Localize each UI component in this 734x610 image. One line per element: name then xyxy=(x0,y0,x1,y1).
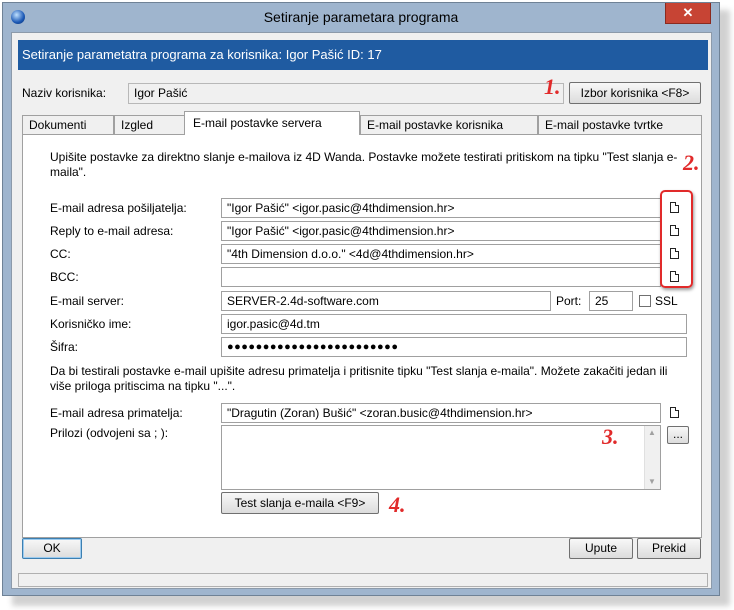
bcc-label: BCC: xyxy=(50,270,79,284)
username-field[interactable]: igor.pasic@4d.tm xyxy=(221,314,687,334)
annotation-1: 1. xyxy=(544,74,561,99)
tab-email-server[interactable]: E-mail postavke servera xyxy=(184,111,360,135)
test-email-button[interactable]: Test slanja e-maila <F9> xyxy=(221,492,379,514)
recipient-field[interactable]: "Dragutin (Zoran) Bušić" <zoran.busic@4t… xyxy=(221,403,661,423)
document-icon[interactable] xyxy=(670,407,679,418)
reply-to-field[interactable]: "Igor Pašić" <igor.pasic@4thdimension.hr… xyxy=(221,221,661,241)
close-button[interactable]: ✕ xyxy=(665,3,711,24)
user-name-field: Igor Pašić xyxy=(128,83,564,104)
password-label: Šifra: xyxy=(50,340,79,354)
bcc-field[interactable] xyxy=(221,267,661,287)
ok-button[interactable]: OK xyxy=(22,538,82,559)
username-label: Korisničko ime: xyxy=(50,317,132,331)
attachments-scrollbar[interactable]: ▲ ▼ xyxy=(644,426,660,489)
annotation-4: 4. xyxy=(389,492,406,517)
scroll-down-icon[interactable]: ▼ xyxy=(648,477,656,487)
cc-field[interactable]: "4th Dimension d.o.o." <4d@4thdimension.… xyxy=(221,244,661,264)
annotation-2: 2. xyxy=(683,150,700,175)
attachments-field[interactable]: ▲ ▼ xyxy=(221,425,661,490)
main-window: Setiranje parametara programa ✕ Setiranj… xyxy=(2,2,720,596)
tab-email-company[interactable]: E-mail postavke tvrtke xyxy=(538,115,702,135)
sender-field[interactable]: "Igor Pašić" <igor.pasic@4thdimension.hr… xyxy=(221,198,661,218)
cc-label: CC: xyxy=(50,247,71,261)
annotation-3: 3. xyxy=(602,424,619,449)
email-server-panel: Upišite postavke za direktno slanje e-ma… xyxy=(22,134,702,538)
status-bar xyxy=(18,573,708,587)
dialog-client-area: Setiranje parametatra programa za korisn… xyxy=(11,32,712,589)
tab-dokumenti[interactable]: Dokumenti xyxy=(22,115,114,135)
browse-attachments-button[interactable]: ... xyxy=(667,426,689,444)
header-band: Setiranje parametatra programa za korisn… xyxy=(18,40,708,70)
window-title: Setiranje parametara programa xyxy=(263,9,459,25)
port-label: Port: xyxy=(556,294,582,308)
ssl-label: SSL xyxy=(655,294,678,308)
scroll-up-icon[interactable]: ▲ xyxy=(648,428,656,438)
port-field[interactable]: 25 xyxy=(589,291,633,311)
server-field[interactable]: SERVER-2.4d-software.com xyxy=(221,291,551,311)
reply-to-label: Reply to e-mail adresa: xyxy=(50,224,174,238)
test-intro-text: Da bi testirali postavke e-mail upišite … xyxy=(50,364,668,393)
ssl-checkbox[interactable] xyxy=(639,295,651,307)
password-field[interactable]: ●●●●●●●●●●●●●●●●●●●●●●●● xyxy=(221,337,687,357)
annotation-box-2 xyxy=(660,190,693,288)
attachments-label: Prilozi (odvojeni sa ; ): xyxy=(50,426,169,440)
user-name-label: Naziv korisnika: xyxy=(22,86,107,100)
server-label: E-mail server: xyxy=(50,294,125,308)
tab-email-user[interactable]: E-mail postavke korisnika xyxy=(360,115,538,135)
sender-label: E-mail adresa pošiljatelja: xyxy=(50,201,187,215)
recipient-label: E-mail adresa primatelja: xyxy=(50,406,183,420)
cancel-button[interactable]: Prekid xyxy=(637,538,701,559)
select-user-button[interactable]: Izbor korisnika <F8> xyxy=(569,82,701,104)
intro-text: Upišite postavke za direktno slanje e-ma… xyxy=(50,150,678,179)
title-bar[interactable]: Setiranje parametara programa ✕ xyxy=(3,3,719,31)
help-button[interactable]: Upute xyxy=(569,538,633,559)
tab-izgled[interactable]: Izgled xyxy=(114,115,186,135)
